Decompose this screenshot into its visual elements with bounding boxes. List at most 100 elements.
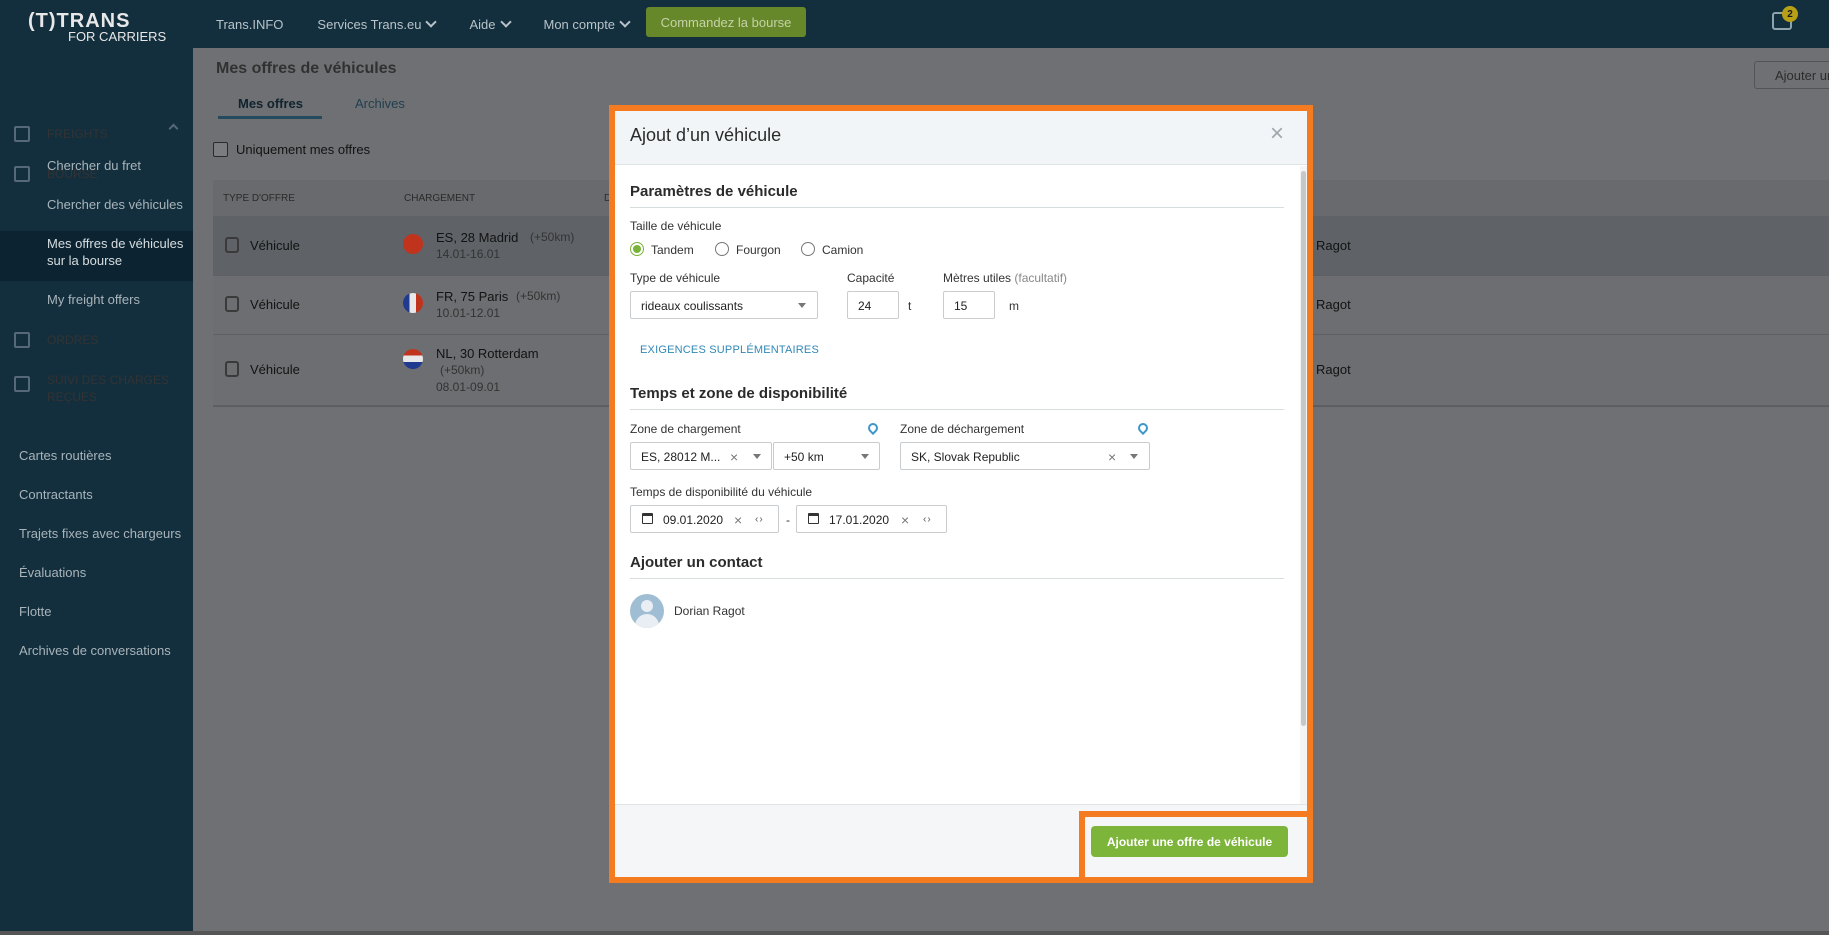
location-pin-icon[interactable] [1135,420,1151,436]
offer-contact: Ragot [1316,362,1351,377]
offer-place: NL, 30 Rotterdam [436,346,539,361]
nav-label: Services Trans.eu [317,16,422,32]
tab-archives[interactable]: Archives [355,96,405,111]
sidebar-link-evaluations[interactable]: Évaluations [19,565,86,580]
capacity-unit: t [908,299,912,313]
flag-nl-icon [403,349,423,369]
sidebar-link-contractants[interactable]: Contractants [19,487,93,502]
unloading-zone-value: SK, Slovak Republic [911,450,1020,464]
extra-requirements-link[interactable]: EXIGENCES SUPPLÉMENTAIRES [640,344,819,356]
nav-aide[interactable]: Aide [469,16,512,32]
add-offer-button[interactable]: Ajouter un [1754,61,1829,89]
trans-logo[interactable]: (T)TRANS FOR CARRIERS [28,11,168,46]
modal-header: Ajout d’un véhicule × [615,111,1307,165]
offer-place: FR, 75 Paris [436,289,509,304]
radius-value: +50 km [784,450,824,464]
logo-sub: FOR CARRIERS [68,29,167,44]
useful-meters-input[interactable]: 15 [943,291,995,319]
sidebar-link-archives[interactable]: Archives de conversations [19,643,171,658]
sidebar-link-trajets[interactable]: Trajets fixes avec chargeurs [19,526,181,541]
only-mine-checkbox[interactable] [213,142,228,157]
offer-type: Véhicule [250,362,300,377]
bus-icon [225,296,239,312]
freights-icon [14,126,30,142]
date-separator: - [786,513,790,527]
add-vehicle-modal: Ajout d’un véhicule × Paramètres de véhi… [615,111,1307,877]
location-pin-icon[interactable] [865,420,881,436]
flag-es-icon [403,234,423,254]
chevron-down-icon [1130,454,1138,459]
box-icon [14,166,30,182]
sidebar-label: SUIVI DES CHARGES REÇUES [47,373,170,404]
contact-name[interactable]: Dorian Ragot [674,604,745,618]
vehicle-size-label: Taille de véhicule [630,219,722,233]
page-title: Mes offres de véhicules [216,60,397,77]
calendar-icon[interactable] [808,513,819,524]
sidebar-sub-my-offers[interactable]: Mes offres de véhicules sur la bourse [47,235,193,269]
vehicle-type-select[interactable]: rideaux coulissants [630,291,818,319]
offer-radius: (+50km) [440,363,485,377]
col-offer-type: TYPE D'OFFRE [223,193,295,204]
add-vehicle-offer-button[interactable]: Ajouter une offre de véhicule [1091,826,1288,857]
radio-tandem-label: Tandem [651,243,694,257]
date-step-arrows-icon[interactable]: ‹› [923,514,932,525]
horizontal-scrollbar[interactable] [0,931,1829,935]
divider [630,578,1284,579]
exchange-icon [14,332,30,348]
nav-mon-compte[interactable]: Mon compte [543,16,631,32]
nav-label: Trans.INFO [216,16,284,32]
divider [630,409,1284,410]
active-tab-indicator [218,116,322,119]
offer-place: ES, 28 Madrid [436,230,519,245]
divider [630,207,1284,208]
sidebar-sub-search-freight[interactable]: Chercher du fret [47,157,193,174]
sidebar-label: FREIGHTS [47,127,108,141]
close-icon[interactable]: × [1270,122,1284,146]
date-step-arrows-icon[interactable]: ‹› [755,514,764,525]
offer-type: Véhicule [250,238,300,253]
offer-dates: 10.01-12.01 [436,306,501,320]
top-nav: Trans.INFO Services Trans.eu Aide Mon co… [216,0,663,48]
clear-icon[interactable]: × [734,513,742,527]
order-exchange-button[interactable]: Commandez la bourse [646,7,806,37]
radio-camion-label: Camion [822,243,864,257]
sidebar-link-flotte[interactable]: Flotte [19,604,52,619]
sidebar-sub-my-freight-offers[interactable]: My freight offers [47,291,193,308]
sidebar: FREIGHTS BOURSE Chercher du fret Cherche… [0,48,193,935]
avatar[interactable] [630,594,664,628]
clear-icon[interactable]: × [901,513,909,527]
chevron-up-icon[interactable] [168,123,179,134]
modal-scroll-thumb[interactable] [1301,171,1306,726]
modal-title: Ajout d’un véhicule [630,125,782,145]
clear-icon[interactable]: × [1108,450,1116,464]
chevron-down-icon [425,16,438,28]
radio-tandem[interactable] [630,242,644,256]
section-availability: Temps et zone de disponibilité [630,385,848,402]
chevron-down-icon [499,16,512,28]
nav-services[interactable]: Services Trans.eu [317,16,438,32]
radio-fourgon[interactable] [715,242,729,256]
calendar-icon[interactable] [642,513,653,524]
chevron-down-icon [619,16,631,28]
loading-zone-select[interactable]: ES, 28012 M... [630,442,772,470]
vehicle-type-label: Type de véhicule [630,271,721,285]
sidebar-link-cartes[interactable]: Cartes routières [19,448,111,463]
satellite-icon [14,376,30,392]
radio-camion[interactable] [801,242,815,256]
date-from-value: 09.01.2020 [663,513,724,527]
sidebar-sub-search-vehicles[interactable]: Chercher des véhicules [47,196,193,213]
tab-mes-offres[interactable]: Mes offres [238,96,303,111]
offer-contact: Ragot [1316,238,1351,253]
offer-dates: 08.01-09.01 [436,380,501,394]
meters-unit: m [1009,299,1019,313]
offer-contact: Ragot [1316,297,1351,312]
capacity-input[interactable]: 24 [847,291,899,319]
top-bar: (T)TRANS FOR CARRIERS Trans.INFO Service… [0,0,1829,48]
chevron-down-icon [861,454,869,459]
clear-icon[interactable]: × [730,450,738,464]
optional-tag: (facultatif) [1014,271,1068,285]
nav-label: Mon compte [543,16,616,32]
capacity-value: 24 [858,299,872,313]
chevron-down-icon [798,303,806,308]
nav-trans-info[interactable]: Trans.INFO [216,17,283,32]
